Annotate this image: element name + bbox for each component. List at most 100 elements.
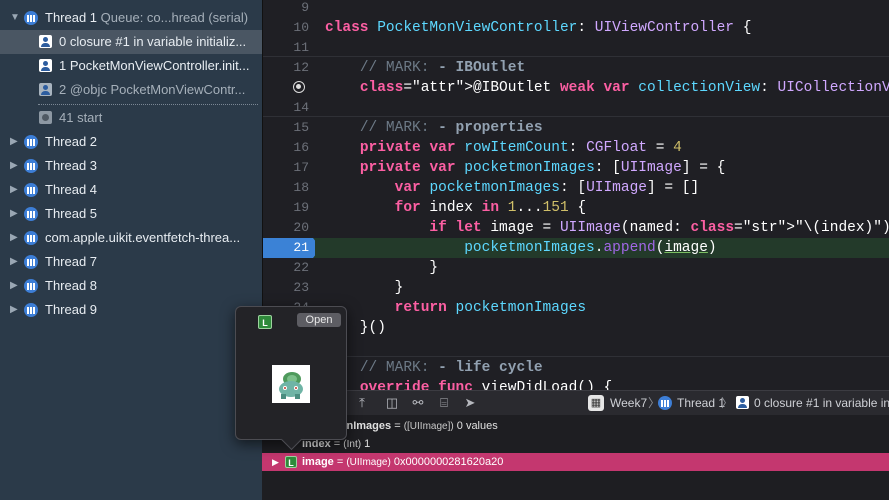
code-line[interactable]: 19 for index in 1...151 { [263,198,889,218]
code-line[interactable]: 21 pocketmonImages.append(image) [263,238,889,258]
line-number: 16 [293,140,309,155]
stack-frame-41[interactable]: 41 start [0,106,262,130]
disclosure-collapsed-icon[interactable]: ▶ [10,154,20,178]
thread-row-4[interactable]: ▶ Thread 4 [0,178,262,202]
variable-name: image [302,456,334,468]
code-line[interactable]: 26 [263,338,889,358]
thread-row-1[interactable]: ▼ Thread 1 Queue: co...hread (serial) [0,6,262,30]
code-line[interactable]: 28 override func viewDidLoad() { [263,378,889,390]
thread-row-7[interactable]: ▶ Thread 7 [0,250,262,274]
thread-icon [24,207,38,221]
line-number: 18 [293,180,309,195]
thread-row-8[interactable]: ▶ Thread 8 [0,274,262,298]
variables-view: monImages = ([UIImage]) 0 values index =… [262,415,889,500]
outlet-connection-icon[interactable] [293,81,305,93]
frame-label: 2 @objc PocketMonViewContr... [59,82,246,97]
line-number: 23 [293,280,309,295]
breadcrumb-thread[interactable]: Thread 1 [677,391,725,415]
code-line[interactable]: 18 var pocketmonImages: [UIImage] = [] [263,178,889,198]
code-text: private var pocketmonImages: [UIImage] =… [359,160,726,176]
code-line[interactable]: 27 // MARK: - life cycle [263,358,889,378]
code-line[interactable]: 24 return pocketmonImages [263,298,889,318]
environment-overrides-icon[interactable]: ⌸ [436,395,452,411]
variable-row[interactable]: index = (Int) 1 [262,435,889,453]
code-line[interactable]: 10 class PocketMonViewController: UIViewC… [263,18,889,38]
stack-frame-0[interactable]: 0 closure #1 in variable initializ... [0,30,262,54]
disclosure-collapsed-icon[interactable]: ▶ [10,226,20,250]
variable-row[interactable]: monImages = ([UIImage]) 0 values [262,417,889,435]
app-icon: ▦ [588,395,604,411]
quick-look-popover: L Open [235,306,347,440]
code-text: override func viewDidLoad() { [359,380,613,390]
thread-icon [24,231,38,245]
code-line[interactable]: 23 } [263,278,889,298]
code-line[interactable]: 22 } [263,258,889,278]
code-text: if let image = UIImage(named: class="str… [429,220,889,236]
disclosure-collapsed-icon[interactable]: ▶ [10,202,20,226]
user-frame-icon [736,396,749,409]
thread-queue-detail: Queue: co...hread (serial) [100,10,249,25]
view-hierarchy-icon[interactable]: ◫ [384,395,400,411]
line-number: 21 [293,240,309,255]
code-text: return pocketmonImages [394,300,587,316]
thread-row-9[interactable]: ▶ Thread 9 [0,298,262,322]
code-text: class="attr">@IBOutlet weak var collecti… [359,80,889,96]
simulate-location-icon[interactable]: ➤ [462,395,478,411]
breadcrumb-frame[interactable]: 0 closure #1 in variable ini [754,391,889,415]
code-text: } [325,260,439,276]
code-line[interactable]: 12 // MARK: - IBOutlet [263,58,889,78]
variable-type: ([UIImage]) [403,421,454,432]
disclosure-collapsed-icon[interactable]: ▶ [10,130,20,154]
thread-icon [24,11,38,25]
disclosure-expanded-icon[interactable]: ▼ [10,6,20,30]
line-number: 19 [293,200,309,215]
line-number: 15 [293,120,309,135]
thread-icon [24,279,38,293]
local-variable-icon: L [285,456,297,468]
code-line[interactable]: 14 [263,98,889,118]
disclosure-collapsed-icon[interactable]: ▶ [10,298,20,322]
code-line[interactable]: 9 [263,0,889,18]
disclosure-collapsed-icon[interactable]: ▶ [10,250,20,274]
code-line[interactable]: 16 private var rowItemCount: CGFloat = 4 [263,138,889,158]
step-out-icon[interactable]: ⤒ [354,395,370,411]
code-line[interactable]: 15 // MARK: - properties [263,118,889,138]
thread-row-6[interactable]: ▶ com.apple.uikit.eventfetch-threa... [0,226,262,250]
thread-row-5[interactable]: ▶ Thread 5 [0,202,262,226]
disclosure-collapsed-icon[interactable]: ▶ [10,178,20,202]
debug-navigator: ▼ Thread 1 Queue: co...hread (serial) 0 … [0,0,262,500]
disclosure-collapsed-icon[interactable]: ▶ [10,274,20,298]
code-line[interactable]: 25 }() [263,318,889,338]
code-text: var pocketmonImages: [UIImage] = [] [394,180,700,196]
line-number: 10 [293,20,309,35]
user-frame-icon [39,59,52,72]
source-editor[interactable]: 9 10 class PocketMonViewController: UIView… [262,0,889,390]
code-line[interactable]: 11 [263,38,889,58]
thread-row-3[interactable]: ▶ Thread 3 [0,154,262,178]
thread-label: Thread 4 [45,182,98,197]
line-number: 11 [293,40,309,55]
preview-image [272,365,310,403]
thread-icon [24,255,38,269]
code-line[interactable]: class="attr">@IBOutlet weak var collecti… [263,78,889,98]
user-frame-icon [39,35,52,48]
frame-label: 0 closure #1 in variable initializ... [59,34,247,49]
stack-frame-2[interactable]: 2 @objc PocketMonViewContr... [0,78,262,102]
debug-bar: ▭ ⌒ ⤓ ⤒ ◫ ⚯ ⌸ ➤ ▦ Week7 〉 Thread 1 〉 0 c… [262,390,889,416]
code-line[interactable]: 17 private var pocketmonImages: [UIImage… [263,158,889,178]
variable-row[interactable]: ▶ L image = (UIImage) 0x0000000281620a20 [262,453,889,471]
thread-row-2[interactable]: ▶ Thread 2 [0,130,262,154]
disclosure-collapsed-icon[interactable]: ▶ [272,453,279,471]
code-line[interactable]: 20 if let image = UIImage(named: class="… [263,218,889,238]
thread-icon [24,159,38,173]
stack-frame-1[interactable]: 1 PocketMonViewController.init... [0,54,262,78]
breadcrumb-target[interactable]: Week7 [610,391,647,415]
thread-label: Thread 5 [45,206,98,221]
open-button[interactable]: Open [297,313,341,327]
code-text: for index in 1...151 { [394,200,587,216]
thread-label: com.apple.uikit.eventfetch-threa... [45,230,241,245]
code-text: // MARK: - IBOutlet [359,60,526,76]
code-text: // MARK: - life cycle [359,360,543,376]
line-number: 22 [293,260,309,275]
memory-graph-icon[interactable]: ⚯ [410,395,426,411]
